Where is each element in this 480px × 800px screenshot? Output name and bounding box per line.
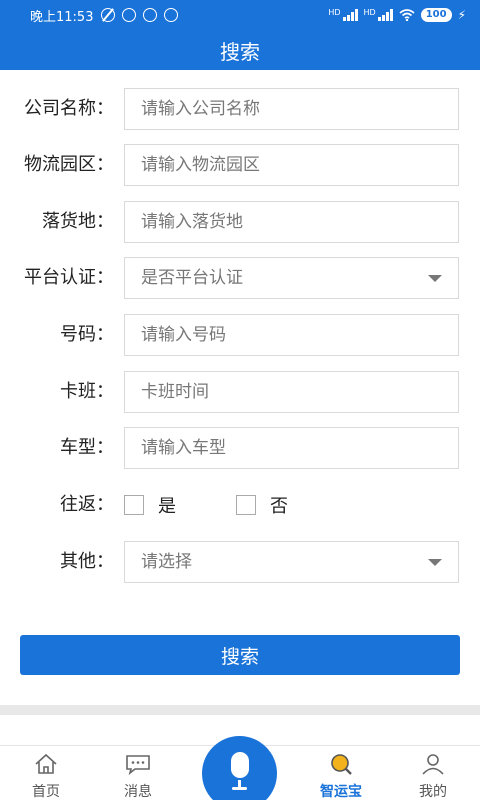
number-input[interactable] <box>141 316 458 354</box>
user-icon <box>422 754 444 775</box>
destination-field-box <box>124 201 459 243</box>
vehicle-field-box <box>124 427 459 469</box>
status-bar: 晚上11:53 HD HD 100 ⚡ <box>0 0 480 30</box>
destination-input[interactable] <box>141 203 458 241</box>
alarm-icon <box>122 8 137 22</box>
yes-label: 是 <box>158 496 176 517</box>
other-select[interactable]: 请选择 <box>124 541 459 583</box>
vehicle-row: 车型： <box>0 427 480 469</box>
nav-mine[interactable]: 我的 <box>398 746 468 800</box>
signal-icon: HD <box>328 9 358 21</box>
shift-input[interactable] <box>141 373 458 411</box>
nav-messages[interactable]: 消息 <box>103 746 173 800</box>
number-field-box <box>124 314 459 356</box>
company-label: 公司名称： <box>24 98 114 119</box>
company-input[interactable] <box>141 90 458 128</box>
nav-home[interactable]: 首页 <box>11 746 81 800</box>
number-row: 号码： <box>0 314 480 356</box>
company-field-box <box>124 88 459 130</box>
vehicle-input[interactable] <box>141 429 458 467</box>
nav-mine-label: 我的 <box>419 784 447 800</box>
message-icon <box>126 755 150 776</box>
platform-cert-label: 平台认证： <box>24 267 114 288</box>
round-trip-yes-option[interactable]: 是 <box>124 492 176 518</box>
shift-field-box <box>124 371 459 413</box>
section-divider <box>0 705 480 715</box>
page-title: 搜索 <box>0 30 480 70</box>
nav-zhiyunbao-label: 智运宝 <box>320 784 362 800</box>
company-row: 公司名称： <box>0 88 480 130</box>
vehicle-label: 车型： <box>60 437 114 458</box>
shift-label: 卡班： <box>60 381 114 402</box>
dropdown-arrow-icon <box>428 559 442 566</box>
battery-icon: 100 <box>420 8 452 22</box>
park-field-box <box>124 144 459 186</box>
app-status-icon <box>143 8 158 22</box>
sync-off-icon <box>101 8 116 22</box>
charging-icon: ⚡ <box>457 8 466 22</box>
no-checkbox[interactable] <box>236 495 256 515</box>
destination-label: 落货地： <box>42 211 114 232</box>
round-trip-row: 往返： 是 否 <box>0 484 480 526</box>
number-label: 号码： <box>60 324 114 345</box>
other-value: 请选择 <box>141 552 192 572</box>
nav-home-label: 首页 <box>32 784 60 800</box>
park-label: 物流园区： <box>24 154 114 175</box>
search-button[interactable]: 搜索 <box>20 635 460 675</box>
dropdown-arrow-icon <box>428 275 442 282</box>
round-trip-label: 往返： <box>60 494 114 515</box>
no-label: 否 <box>270 496 288 517</box>
park-input[interactable] <box>141 146 458 184</box>
platform-cert-select[interactable]: 是否平台认证 <box>124 257 459 299</box>
status-time: 晚上11:53 <box>30 9 94 25</box>
nav-messages-label: 消息 <box>124 784 152 800</box>
signal-icon-2: HD <box>364 9 393 21</box>
other-label: 其他： <box>60 551 114 572</box>
platform-cert-row: 平台认证： 是否平台认证 <box>0 257 480 299</box>
platform-cert-value: 是否平台认证 <box>141 268 243 288</box>
park-row: 物流园区： <box>0 144 480 186</box>
nav-zhiyunbao[interactable]: 智运宝 <box>306 746 376 800</box>
app-status-icon-2 <box>164 8 179 22</box>
other-row: 其他： 请选择 <box>0 541 480 583</box>
yes-checkbox[interactable] <box>124 495 144 515</box>
wifi-icon <box>399 9 415 21</box>
shift-row: 卡班： <box>0 371 480 413</box>
mic-icon <box>231 752 249 778</box>
destination-row: 落货地： <box>0 201 480 243</box>
search-icon <box>331 754 352 775</box>
round-trip-options: 是 否 <box>124 484 288 526</box>
round-trip-no-option[interactable]: 否 <box>236 492 288 518</box>
home-icon <box>35 753 57 774</box>
